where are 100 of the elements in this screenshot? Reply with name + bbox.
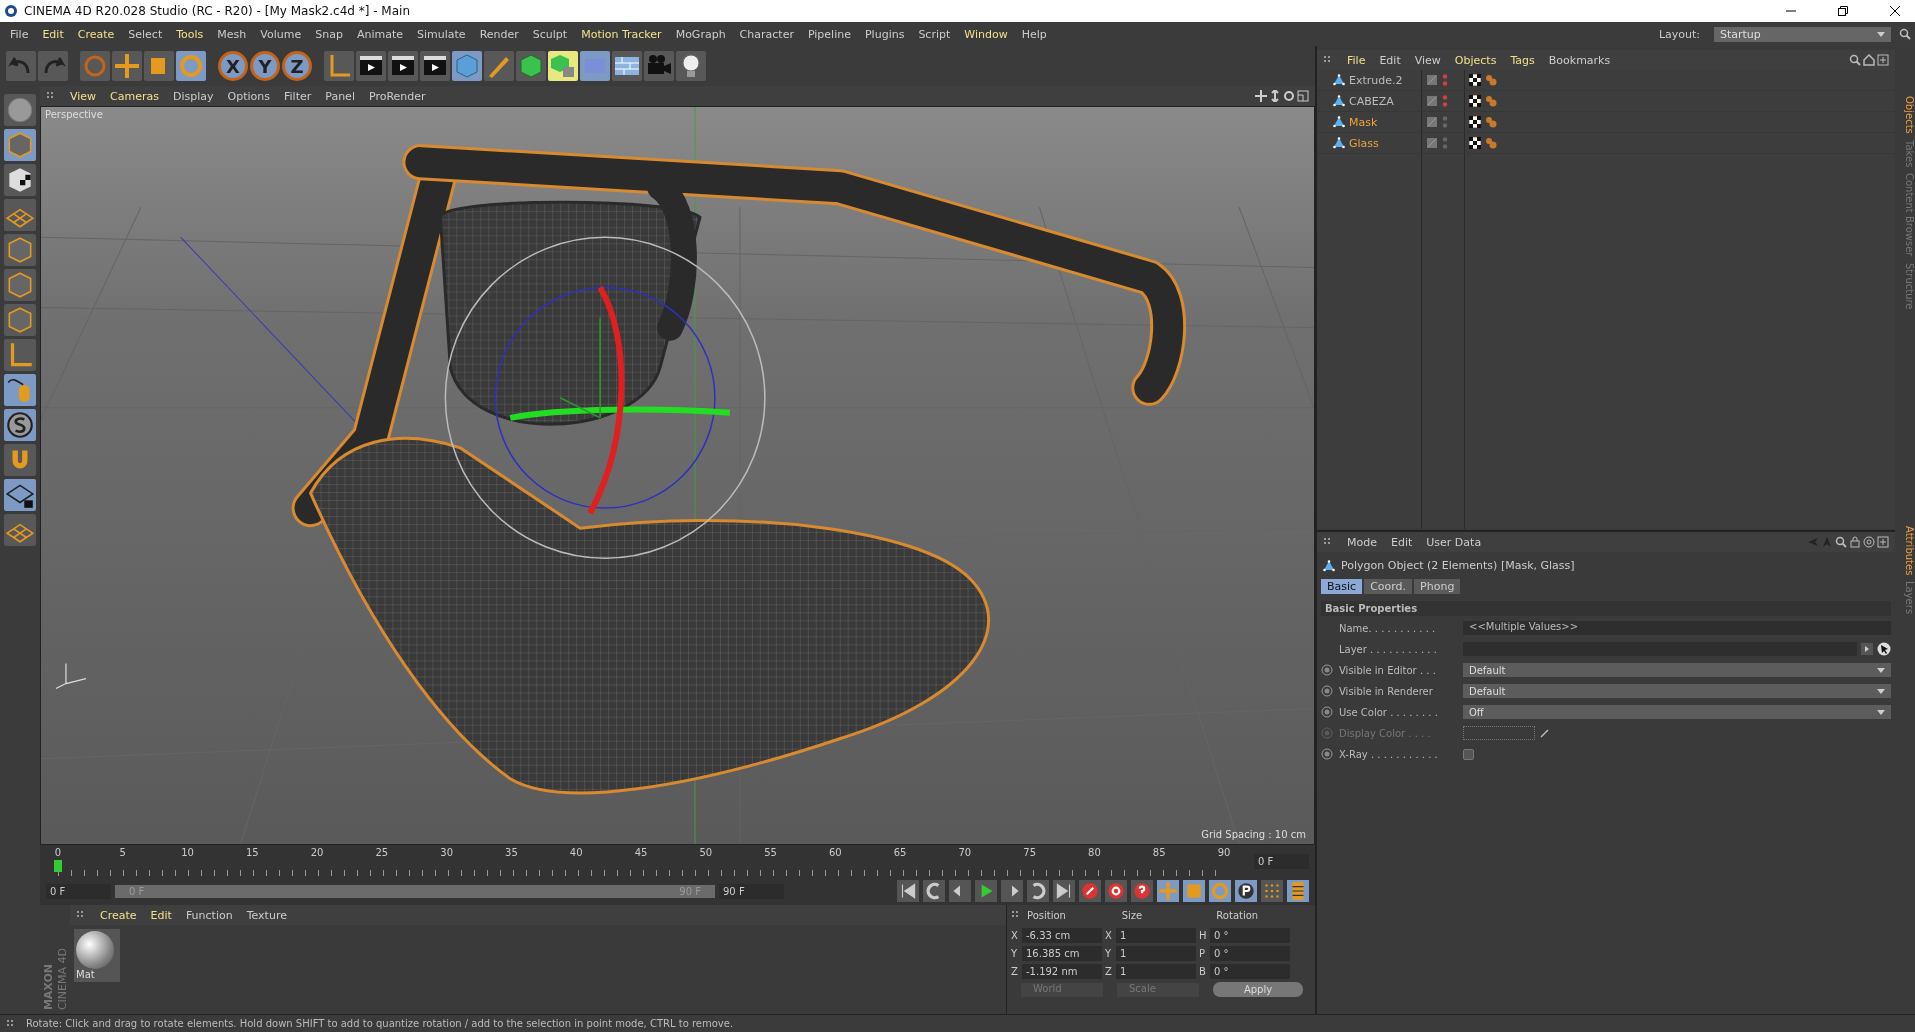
menu-item[interactable]: Window	[958, 27, 1014, 41]
checker-tag-icon[interactable]	[1469, 74, 1481, 86]
menu-item[interactable]: Edit	[36, 27, 70, 41]
viewport-menu-item[interactable]: Display	[167, 89, 220, 103]
axis-icon[interactable]	[4, 339, 36, 371]
dropdown-arrow-icon[interactable]	[1877, 31, 1885, 37]
position-field[interactable]: -1.192 nm	[1022, 964, 1102, 979]
move-view-icon[interactable]	[1255, 90, 1267, 102]
viewport-menu-item[interactable]: Filter	[278, 89, 318, 103]
material-menu-item[interactable]: Edit	[144, 908, 178, 922]
material-menu-item[interactable]: Texture	[240, 908, 293, 922]
previous-key-icon[interactable]	[923, 880, 945, 902]
auto-key-icon[interactable]	[1105, 880, 1127, 902]
rotate-view-icon[interactable]	[1283, 90, 1295, 102]
scale-icon[interactable]	[144, 51, 174, 81]
menu-item[interactable]: Mesh	[211, 27, 253, 41]
rotation-field[interactable]: 0 °	[1210, 946, 1290, 961]
object-name[interactable]: Glass	[1349, 136, 1379, 150]
menu-item[interactable]: Create	[71, 27, 121, 41]
size-field[interactable]: 1	[1116, 928, 1196, 943]
object-menu-item[interactable]: Tags	[1504, 53, 1541, 67]
end-frame-field[interactable]: 90 F	[719, 883, 784, 899]
dropdown-arrow-icon[interactable]	[1877, 709, 1885, 715]
phong-tag-icon[interactable]	[1485, 95, 1497, 107]
brick-wall-icon[interactable]	[612, 51, 642, 81]
size-field[interactable]: 1	[1116, 946, 1196, 961]
clapper-icon[interactable]	[388, 51, 418, 81]
cube-stack-icon[interactable]	[548, 51, 578, 81]
dropdown-arrow-icon[interactable]	[1877, 688, 1885, 694]
viewport-menu-item[interactable]: Options	[221, 89, 276, 103]
material-menu-item[interactable]: Function	[179, 908, 239, 922]
layer-icon[interactable]	[1426, 137, 1438, 149]
axis-lock-button[interactable]: Z	[282, 51, 312, 81]
clapper-icon[interactable]	[420, 51, 450, 81]
undo-icon[interactable]	[6, 51, 36, 81]
attribute-menu-item[interactable]: Edit	[1385, 535, 1419, 549]
size-field[interactable]: 1	[1116, 964, 1196, 979]
pen-icon[interactable]	[484, 51, 514, 81]
help-icon[interactable]	[1131, 880, 1153, 902]
sphere-mesh-icon[interactable]	[4, 94, 36, 126]
menu-item[interactable]: Pipeline	[801, 27, 857, 41]
subdivision-cube-icon[interactable]	[516, 51, 546, 81]
zoom-view-icon[interactable]	[1269, 90, 1281, 102]
attribute-tab[interactable]: Basic	[1321, 579, 1363, 594]
menu-item[interactable]: Tools	[170, 27, 210, 41]
keyframe-button-icon[interactable]	[1321, 664, 1333, 676]
search-icon[interactable]	[1835, 536, 1847, 548]
grid-plane-icon[interactable]	[4, 514, 36, 546]
visibility-dots-icon[interactable]	[1442, 73, 1448, 87]
menu-item[interactable]: File	[4, 27, 35, 41]
attribute-tab[interactable]: Coord.	[1364, 579, 1413, 594]
visibility-dots-icon[interactable]	[1442, 115, 1448, 129]
menu-item[interactable]: Volume	[254, 27, 308, 41]
camera-icon[interactable]	[644, 51, 674, 81]
viewport-menu-item[interactable]: ProRender	[362, 89, 432, 103]
attribute-menu-item[interactable]: User Data	[1420, 535, 1488, 549]
viewport-menu-item[interactable]: Cameras	[104, 89, 165, 103]
timeline-icon[interactable]	[1287, 880, 1309, 902]
panel-layout-icon[interactable]	[1297, 90, 1309, 102]
menu-item[interactable]: Simulate	[411, 27, 472, 41]
layer-icon[interactable]	[1426, 95, 1438, 107]
caret-icon[interactable]	[1861, 643, 1873, 655]
move-icon[interactable]	[112, 51, 142, 81]
property-dropdown[interactable]: Default	[1463, 684, 1891, 698]
menu-item[interactable]: Sculpt	[526, 27, 574, 41]
menu-item[interactable]: Plugins	[859, 27, 911, 41]
visibility-dots-icon[interactable]	[1442, 94, 1448, 108]
object-menu-item[interactable]: View	[1408, 53, 1447, 67]
layout-dropdown[interactable]: Startup	[1714, 26, 1891, 42]
color-swatch[interactable]	[1463, 726, 1535, 740]
new-panel-icon[interactable]	[1877, 54, 1889, 66]
object-menu-item[interactable]: Bookmarks	[1542, 53, 1617, 67]
property-dropdown[interactable]: Off	[1463, 705, 1891, 719]
next-key-icon[interactable]	[1027, 880, 1049, 902]
start-frame-field[interactable]: 0 F	[46, 883, 111, 899]
axis-lock-button[interactable]: Y	[250, 51, 280, 81]
restore-icon[interactable]	[1837, 5, 1849, 17]
target-icon[interactable]	[1863, 536, 1875, 548]
new-panel-icon[interactable]	[1877, 536, 1889, 548]
checker-cube-icon[interactable]	[4, 164, 36, 196]
menu-item[interactable]: Render	[473, 27, 525, 41]
menu-item[interactable]: Snap	[309, 27, 349, 41]
checker-tag-icon[interactable]	[1469, 116, 1481, 128]
coin-icon[interactable]	[4, 409, 36, 441]
parameter-key-icon[interactable]	[1235, 880, 1257, 902]
menu-item[interactable]: Help	[1015, 27, 1053, 41]
attribute-menu-item[interactable]: Mode	[1341, 535, 1383, 549]
menu-item[interactable]: MoGraph	[669, 27, 732, 41]
search-icon[interactable]	[1899, 28, 1911, 40]
attribute-tab[interactable]: Phong	[1414, 579, 1461, 594]
layer-icon[interactable]	[1426, 116, 1438, 128]
pick-cursor-icon[interactable]	[1877, 642, 1891, 656]
close-icon[interactable]	[1889, 5, 1901, 17]
keyframe-button-icon[interactable]	[1321, 706, 1333, 718]
viewport-menu-item[interactable]: View	[64, 89, 103, 103]
name-field[interactable]: <<Multiple Values>>	[1463, 621, 1891, 635]
keyframe-button-icon[interactable]	[1321, 748, 1333, 760]
go-to-end-icon[interactable]	[1053, 880, 1075, 902]
object-menu-item[interactable]: Edit	[1373, 53, 1407, 67]
object-menu-item[interactable]: Objects	[1448, 53, 1503, 67]
